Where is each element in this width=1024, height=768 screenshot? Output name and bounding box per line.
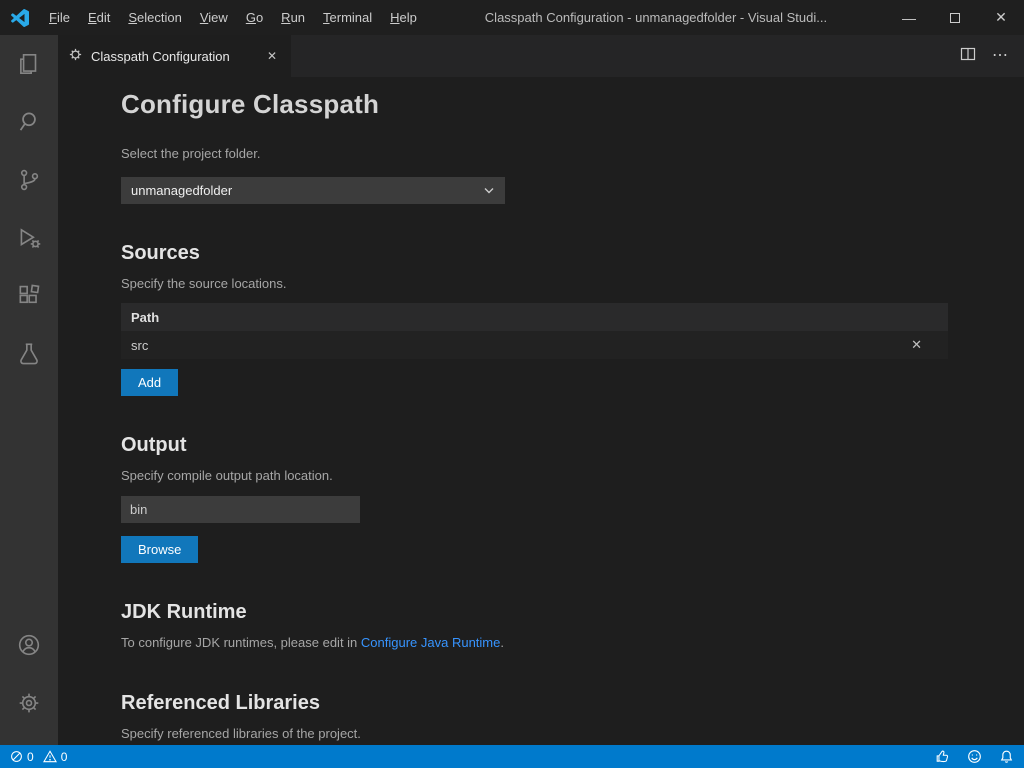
menu-file[interactable]: File bbox=[40, 0, 79, 35]
extensions-icon[interactable] bbox=[5, 272, 53, 320]
menu-edit[interactable]: Edit bbox=[79, 0, 119, 35]
search-icon[interactable] bbox=[5, 98, 53, 146]
menu-selection[interactable]: Selection bbox=[119, 0, 190, 35]
split-editor-icon[interactable] bbox=[960, 46, 976, 67]
menu-view[interactable]: View bbox=[191, 0, 237, 35]
tab-classpath-configuration[interactable]: Classpath Configuration ✕ bbox=[58, 35, 291, 77]
feedback-icon[interactable] bbox=[967, 749, 982, 764]
source-row-src[interactable]: src ✕ bbox=[121, 331, 948, 359]
account-icon[interactable] bbox=[5, 621, 53, 669]
maximize-button[interactable] bbox=[932, 0, 978, 35]
output-heading: Output bbox=[121, 434, 948, 457]
menu-help[interactable]: Help bbox=[381, 0, 426, 35]
project-folder-value: unmanagedfolder bbox=[131, 183, 232, 198]
titlebar: File Edit Selection View Go Run Terminal… bbox=[0, 0, 1024, 35]
output-description: Specify compile output path location. bbox=[121, 468, 948, 483]
testing-icon[interactable] bbox=[5, 330, 53, 378]
warning-count: 0 bbox=[61, 750, 68, 764]
menubar: File Edit Selection View Go Run Terminal… bbox=[40, 0, 426, 35]
tab-label: Classpath Configuration bbox=[91, 49, 230, 64]
tab-bar: Classpath Configuration ✕ ⋯ bbox=[58, 35, 1024, 77]
project-folder-select[interactable]: unmanagedfolder bbox=[121, 177, 505, 204]
activity-bar bbox=[0, 35, 58, 745]
jdk-text-before: To configure JDK runtimes, please edit i… bbox=[121, 635, 361, 650]
editor-area: Classpath Configuration ✕ ⋯ Configure Cl… bbox=[58, 35, 1024, 745]
sources-description: Specify the source locations. bbox=[121, 276, 948, 291]
problems-indicator[interactable]: 0 0 bbox=[10, 750, 72, 764]
referenced-libraries-description: Specify referenced libraries of the proj… bbox=[121, 726, 948, 741]
main-area: Classpath Configuration ✕ ⋯ Configure Cl… bbox=[0, 35, 1024, 745]
output-path-input[interactable] bbox=[121, 496, 360, 523]
close-button[interactable]: ✕ bbox=[978, 0, 1024, 35]
add-source-button[interactable]: Add bbox=[121, 369, 178, 396]
source-control-icon[interactable] bbox=[5, 156, 53, 204]
sources-table: Path src ✕ bbox=[121, 303, 948, 359]
run-debug-icon[interactable] bbox=[5, 214, 53, 262]
warnings-icon bbox=[43, 750, 57, 763]
java-status-thumbsup-icon[interactable] bbox=[935, 749, 950, 764]
referenced-libraries-heading: Referenced Libraries bbox=[121, 692, 948, 715]
error-count: 0 bbox=[27, 750, 34, 764]
window-controls: — ✕ bbox=[886, 0, 1024, 35]
tab-close-icon[interactable]: ✕ bbox=[263, 47, 281, 65]
editor-actions: ⋯ bbox=[960, 35, 1024, 77]
classpath-configuration-page: Configure Classpath Select the project f… bbox=[58, 77, 1024, 745]
window-title: Classpath Configuration - unmanagedfolde… bbox=[426, 10, 886, 25]
sources-table-header: Path bbox=[121, 303, 948, 331]
notifications-bell-icon[interactable] bbox=[999, 749, 1014, 764]
settings-gear-icon[interactable] bbox=[5, 679, 53, 727]
page-title: Configure Classpath bbox=[121, 89, 948, 120]
browse-button[interactable]: Browse bbox=[121, 536, 198, 563]
more-actions-icon[interactable]: ⋯ bbox=[992, 48, 1008, 64]
maximize-icon bbox=[950, 13, 960, 23]
vscode-logo-icon bbox=[0, 9, 40, 27]
classpath-tab-icon bbox=[68, 47, 83, 65]
project-folder-label: Select the project folder. bbox=[121, 146, 948, 161]
sources-heading: Sources bbox=[121, 242, 948, 265]
minimize-button[interactable]: — bbox=[886, 0, 932, 35]
menu-go[interactable]: Go bbox=[237, 0, 272, 35]
path-column-header: Path bbox=[131, 310, 159, 325]
chevron-down-icon bbox=[483, 187, 495, 195]
source-path-value: src bbox=[131, 338, 148, 353]
errors-icon bbox=[10, 750, 23, 763]
remove-source-icon[interactable]: ✕ bbox=[911, 337, 938, 353]
menu-run[interactable]: Run bbox=[272, 0, 314, 35]
jdk-runtime-heading: JDK Runtime bbox=[121, 601, 948, 624]
jdk-runtime-description: To configure JDK runtimes, please edit i… bbox=[121, 635, 948, 650]
vscode-window: File Edit Selection View Go Run Terminal… bbox=[0, 0, 1024, 768]
status-bar: 0 0 bbox=[0, 745, 1024, 768]
menu-terminal[interactable]: Terminal bbox=[314, 0, 381, 35]
jdk-text-after: . bbox=[500, 635, 504, 650]
configure-java-runtime-link[interactable]: Configure Java Runtime bbox=[361, 635, 500, 650]
explorer-icon[interactable] bbox=[5, 40, 53, 88]
